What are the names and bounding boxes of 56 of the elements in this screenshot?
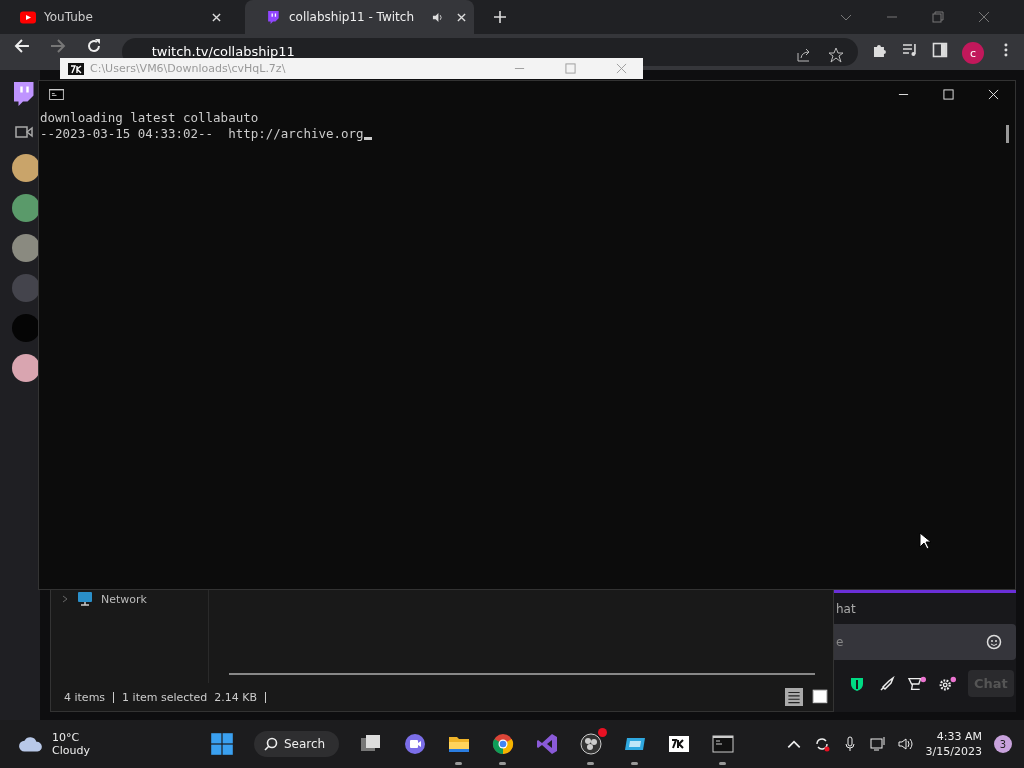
shield-icon[interactable] (848, 675, 866, 692)
reload-icon[interactable] (85, 38, 102, 54)
console-line: --2023-03-15 04:33:02-- http://archive.org (40, 126, 364, 142)
plus-icon[interactable] (494, 11, 506, 23)
browser-tab[interactable]: collabship11 - Twitch (245, 0, 474, 34)
channel-avatar[interactable] (12, 354, 40, 382)
selection-info: 1 item selected 2.14 KB (122, 690, 258, 704)
volume-icon[interactable] (897, 736, 914, 752)
tree-item[interactable]: Network (51, 591, 208, 607)
sword-icon[interactable] (878, 675, 896, 692)
console-line: downloading latest collabauto (40, 110, 259, 126)
details-view-icon[interactable] (785, 688, 803, 706)
side-panel-icon[interactable] (932, 42, 949, 58)
profile-avatar[interactable]: c (962, 42, 985, 64)
meet-app-icon[interactable] (403, 732, 428, 756)
mouse-pointer-icon (919, 532, 931, 550)
obs-app-icon[interactable] (579, 732, 604, 756)
terminal-app-icon[interactable] (711, 732, 736, 756)
studio-app-icon[interactable] (535, 732, 560, 756)
chat-header: hat (835, 601, 857, 618)
back-icon[interactable] (14, 38, 30, 54)
sync-icon[interactable] (813, 736, 830, 752)
temperature: 10°C (52, 731, 81, 744)
camera-icon[interactable] (15, 126, 33, 138)
weather-condition: Cloudy (52, 744, 90, 757)
preview-view-icon[interactable] (811, 688, 829, 706)
archive-icon (68, 62, 84, 75)
speech-logo-icon (265, 10, 281, 24)
windows-logo-icon[interactable] (210, 732, 234, 756)
notification-badge[interactable]: 3 (994, 735, 1012, 753)
channel-avatar[interactable] (12, 234, 40, 262)
scrollbar-thumb[interactable] (1006, 125, 1009, 143)
speech-logo-icon[interactable] (12, 82, 34, 106)
channel-avatar[interactable] (12, 154, 40, 182)
forward-icon[interactable] (49, 38, 66, 54)
cloud-icon[interactable] (18, 735, 44, 753)
restore-icon[interactable] (932, 11, 944, 23)
settings-icon[interactable] (938, 675, 956, 692)
clock[interactable]: 4:33 AM 3/15/2023 (925, 729, 982, 759)
speaker-icon[interactable] (432, 11, 443, 23)
terminal-icon (49, 88, 64, 100)
text-cursor (363, 137, 372, 140)
puzzle-icon[interactable] (872, 42, 889, 58)
chevron-icon[interactable] (61, 595, 69, 603)
play-logo-icon (20, 10, 36, 24)
chrome-app-icon[interactable] (491, 732, 516, 756)
channel-avatar[interactable] (12, 194, 40, 222)
smiley-icon[interactable] (986, 634, 1002, 650)
item-count: 4 items (64, 690, 106, 704)
browser-tab[interactable]: YouTube (0, 0, 229, 34)
playlist-icon[interactable] (902, 42, 919, 58)
network-icon (77, 591, 93, 607)
search-button[interactable]: Search (254, 731, 340, 757)
star-icon[interactable] (828, 47, 845, 63)
search-icon (264, 737, 278, 751)
network-icon[interactable] (869, 736, 886, 752)
